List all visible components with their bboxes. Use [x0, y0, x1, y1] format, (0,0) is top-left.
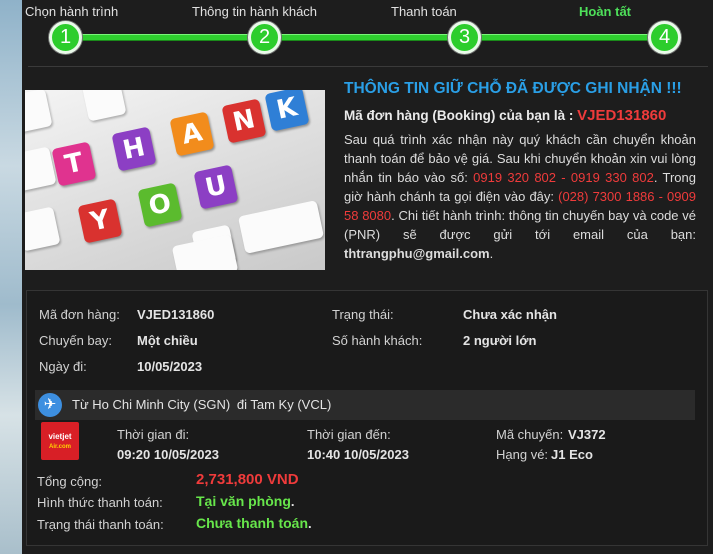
- customer-email: thtrangphu@gmail.com: [344, 246, 490, 261]
- route-text: Từ Ho Chi Minh City (SGN) đi Tam Ky (VCL…: [72, 397, 332, 412]
- message-text: . Chi tiết hành trình: thông tin chuyến …: [344, 208, 696, 242]
- payment-status-label: Trạng thái thanh toán:: [37, 517, 164, 532]
- depart-time-label: Thời gian đi:: [117, 427, 190, 442]
- step-circle-3[interactable]: 3: [448, 21, 481, 54]
- status-label: Trạng thái:: [332, 307, 394, 322]
- passenger-count-value: 2 người lớn: [463, 333, 537, 348]
- arrive-time-label: Thời gian đến:: [307, 427, 391, 442]
- key-letter: A: [169, 111, 215, 157]
- payment-method-value: Tại văn phòng.: [196, 493, 295, 509]
- key-letter: T: [51, 141, 97, 187]
- airplane-icon: ✈: [38, 393, 62, 417]
- key-letter: U: [193, 164, 239, 210]
- key-letter: O: [137, 182, 183, 228]
- key-letter: N: [221, 98, 267, 144]
- progress-stepper: Chọn hành trình Thông tin hành khách Tha…: [22, 0, 713, 60]
- booking-code: VJED131860: [577, 107, 667, 124]
- status-value: Chưa xác nhận: [463, 307, 557, 322]
- total-amount: 2,731,800 VND: [196, 471, 299, 488]
- flight-number-label: Mã chuyến:: [496, 427, 564, 442]
- booking-confirmation: THÔNG TIN GIỮ CHỖ ĐÃ ĐƯỢC GHI NHẬN !!! M…: [344, 80, 696, 263]
- key-letter: H: [111, 126, 157, 172]
- step-circle-2[interactable]: 2: [248, 21, 281, 54]
- confirmation-title: THÔNG TIN GIỮ CHỖ ĐÃ ĐƯỢC GHI NHẬN !!!: [344, 80, 682, 97]
- vietjet-logo: vietjet Air.com: [41, 422, 79, 460]
- confirmation-message: Sau quá trình xác nhận này quý khách cần…: [344, 132, 696, 261]
- booking-code-line: Mã đơn hàng (Booking) của bạn là : VJED1…: [344, 107, 696, 124]
- background-sky: [0, 0, 22, 554]
- flight-type-value: Một chiều: [137, 333, 198, 348]
- booking-code-label: Mã đơn hàng (Booking) của bạn là :: [344, 108, 574, 123]
- payment-status-value: Chưa thanh toán.: [196, 515, 312, 531]
- payment-method-label: Hình thức thanh toán:: [37, 495, 163, 510]
- step-label-2: Thông tin hành khách: [192, 4, 318, 19]
- flight-type-label: Chuyến bay:: [39, 333, 112, 348]
- thank-you-image: T H A N K Y O U: [25, 90, 325, 270]
- passenger-count-label: Số hành khách:: [332, 333, 423, 348]
- key-letter: K: [264, 90, 310, 132]
- route-destination: Tam Ky (VCL): [250, 397, 332, 412]
- step-circle-4: 4: [648, 21, 681, 54]
- flight-number-value: VJ372: [568, 427, 606, 442]
- step-progress-line: [62, 34, 674, 41]
- booking-summary-panel: Mã đơn hàng: VJED131860 Trạng thái: Chưa…: [26, 290, 708, 546]
- step-label-4: Hoàn tất: [579, 4, 631, 19]
- depart-time-value: 09:20 10/05/2023: [117, 447, 219, 462]
- fare-class-label: Hạng vé:: [496, 447, 549, 462]
- fare-class-value: J1 Eco: [551, 447, 593, 462]
- header-divider: [28, 66, 708, 67]
- route-bar: ✈ Từ Ho Chi Minh City (SGN) đi Tam Ky (V…: [35, 390, 695, 420]
- departure-date-label: Ngày đi:: [39, 359, 87, 374]
- departure-date-value: 10/05/2023: [137, 359, 203, 374]
- order-value: VJED131860: [137, 307, 215, 322]
- key-letter: Y: [77, 198, 123, 244]
- order-label: Mã đơn hàng:: [39, 307, 120, 322]
- step-label-1: Chọn hành trình: [25, 4, 119, 19]
- step-circle-1[interactable]: 1: [49, 21, 82, 54]
- arrive-time-value: 10:40 10/05/2023: [307, 447, 409, 462]
- route-origin: Ho Chi Minh City (SGN): [92, 397, 231, 412]
- booking-complete-page: Chọn hành trình Thông tin hành khách Tha…: [22, 0, 713, 554]
- step-label-3: Thanh toán: [391, 4, 457, 19]
- total-label: Tổng cộng:: [37, 474, 103, 489]
- sms-phone-numbers[interactable]: 0919 320 802 - 0919 330 802: [473, 170, 654, 185]
